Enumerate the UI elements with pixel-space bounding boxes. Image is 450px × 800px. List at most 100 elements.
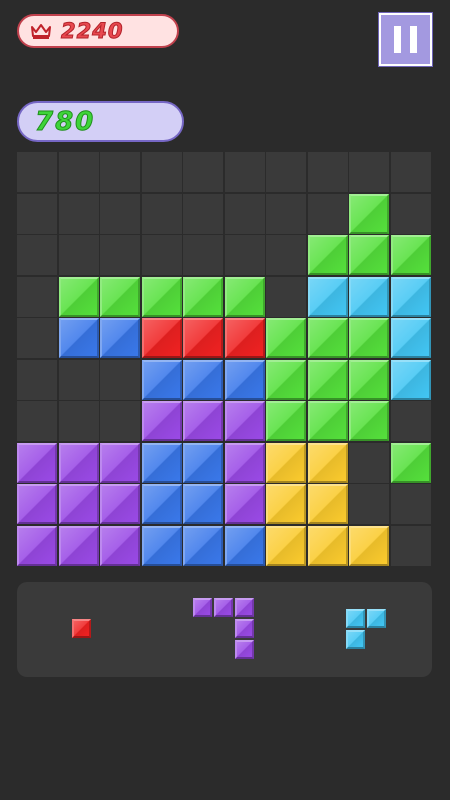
board-cell-empty[interactable] (100, 152, 140, 192)
board-cell-empty[interactable] (183, 235, 223, 275)
board-cell-empty[interactable] (100, 401, 140, 441)
board-cell-empty[interactable] (17, 318, 57, 358)
board-cell-cyan[interactable] (390, 359, 431, 400)
board-cell-green[interactable] (183, 276, 223, 317)
board-cell-green[interactable] (349, 318, 389, 358)
board-cell-empty[interactable] (141, 152, 182, 192)
board-cell-blue[interactable] (224, 359, 265, 400)
pause-button[interactable] (379, 13, 432, 66)
board-cell-empty[interactable] (58, 152, 99, 192)
board-cell-green[interactable] (141, 276, 182, 317)
board-cell-yellow[interactable] (266, 484, 306, 524)
board-cell-green[interactable] (266, 359, 306, 400)
board-cell-yellow[interactable] (349, 525, 389, 566)
board-cell-blue[interactable] (100, 318, 140, 358)
board-cell-empty[interactable] (266, 152, 306, 192)
board-cell-green[interactable] (390, 235, 431, 275)
board-cell-blue[interactable] (58, 318, 99, 358)
board-cell-purple[interactable] (100, 484, 140, 524)
board-cell-blue[interactable] (183, 442, 223, 483)
board-cell-empty[interactable] (390, 401, 431, 441)
board-cell-cyan[interactable] (349, 276, 389, 317)
board-cell-blue[interactable] (141, 525, 182, 566)
board-cell-blue[interactable] (141, 484, 182, 524)
board-cell-green[interactable] (307, 401, 348, 441)
board-cell-empty[interactable] (17, 152, 57, 192)
board-cell-empty[interactable] (17, 401, 57, 441)
board-cell-purple[interactable] (141, 401, 182, 441)
board-cell-green[interactable] (100, 276, 140, 317)
board-cell-empty[interactable] (100, 359, 140, 400)
board-cell-green[interactable] (266, 401, 306, 441)
board-cell-red[interactable] (141, 318, 182, 358)
board-cell-yellow[interactable] (307, 484, 348, 524)
board-cell-purple[interactable] (224, 442, 265, 483)
board-cell-purple[interactable] (224, 484, 265, 524)
board-cell-empty[interactable] (58, 359, 99, 400)
board-cell-empty[interactable] (17, 359, 57, 400)
board-cell-empty[interactable] (17, 193, 57, 234)
board-cell-cyan[interactable] (390, 318, 431, 358)
board-cell-red[interactable] (224, 318, 265, 358)
board-cell-cyan[interactable] (390, 276, 431, 317)
board-cell-green[interactable] (307, 318, 348, 358)
board-cell-blue[interactable] (183, 525, 223, 566)
tray-piece-cyan[interactable] (346, 608, 388, 651)
board-cell-cyan[interactable] (307, 276, 348, 317)
board-cell-empty[interactable] (349, 152, 389, 192)
board-cell-blue[interactable] (183, 484, 223, 524)
board-cell-green[interactable] (349, 359, 389, 400)
board-cell-empty[interactable] (100, 235, 140, 275)
board-cell-red[interactable] (183, 318, 223, 358)
board-cell-purple[interactable] (58, 525, 99, 566)
board-cell-empty[interactable] (266, 193, 306, 234)
board-cell-purple[interactable] (58, 484, 99, 524)
board-cell-empty[interactable] (349, 442, 389, 483)
tray-piece-purple[interactable] (192, 598, 256, 661)
board-cell-purple[interactable] (17, 442, 57, 483)
board-cell-blue[interactable] (141, 359, 182, 400)
board-cell-green[interactable] (390, 442, 431, 483)
board-cell-purple[interactable] (58, 442, 99, 483)
board-cell-green[interactable] (349, 193, 389, 234)
board-cell-empty[interactable] (17, 276, 57, 317)
board-cell-empty[interactable] (100, 193, 140, 234)
board-cell-empty[interactable] (58, 235, 99, 275)
board-cell-purple[interactable] (100, 442, 140, 483)
board-cell-empty[interactable] (58, 401, 99, 441)
board-cell-purple[interactable] (17, 525, 57, 566)
board-cell-empty[interactable] (224, 235, 265, 275)
board-cell-green[interactable] (307, 235, 348, 275)
board-cell-green[interactable] (224, 276, 265, 317)
board-cell-empty[interactable] (183, 152, 223, 192)
board-cell-green[interactable] (58, 276, 99, 317)
board-cell-empty[interactable] (307, 152, 348, 192)
board-cell-yellow[interactable] (307, 442, 348, 483)
board-cell-empty[interactable] (183, 193, 223, 234)
board-cell-purple[interactable] (183, 401, 223, 441)
board-cell-empty[interactable] (390, 193, 431, 234)
board-cell-empty[interactable] (349, 484, 389, 524)
board-cell-blue[interactable] (183, 359, 223, 400)
board-cell-empty[interactable] (224, 152, 265, 192)
board-cell-blue[interactable] (141, 442, 182, 483)
board-cell-yellow[interactable] (266, 442, 306, 483)
board-cell-empty[interactable] (266, 235, 306, 275)
board-cell-empty[interactable] (390, 484, 431, 524)
game-board[interactable] (17, 152, 432, 567)
tray-piece-red[interactable] (71, 619, 93, 640)
board-cell-yellow[interactable] (307, 525, 348, 566)
board-cell-green[interactable] (307, 359, 348, 400)
board-cell-purple[interactable] (100, 525, 140, 566)
board-cell-green[interactable] (266, 318, 306, 358)
board-cell-empty[interactable] (266, 276, 306, 317)
board-cell-empty[interactable] (224, 193, 265, 234)
board-cell-empty[interactable] (141, 193, 182, 234)
board-cell-empty[interactable] (58, 193, 99, 234)
board-cell-empty[interactable] (141, 235, 182, 275)
board-cell-green[interactable] (349, 235, 389, 275)
board-cell-blue[interactable] (224, 525, 265, 566)
board-cell-empty[interactable] (390, 525, 431, 566)
board-cell-empty[interactable] (17, 235, 57, 275)
board-cell-green[interactable] (349, 401, 389, 441)
